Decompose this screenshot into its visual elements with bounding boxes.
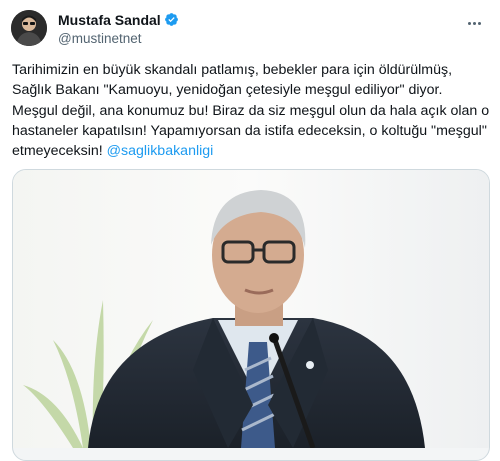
tweet-text-line: Tarihimizin en büyük skandalı patlamış, … xyxy=(12,62,453,78)
tweet-text: Tarihimizin en büyük skandalı patlamış, … xyxy=(12,60,492,161)
tweet-card: Mustafa Sandal @mustinetnet Tarihimizin … xyxy=(0,0,500,461)
tweet-text-line: Meşgul değil, ana konumuz bu! Biraz da s… xyxy=(12,102,490,119)
author-handle[interactable]: @mustinetnet xyxy=(58,31,179,46)
tweet-text-line: etmeyeceksin! xyxy=(12,143,107,160)
tweet-text-line: Sağlık Bakanı "Kamuoyu, yenidoğan çetesi… xyxy=(12,82,443,99)
author-display-name[interactable]: Mustafa Sandal xyxy=(58,12,161,28)
photo-illustration xyxy=(13,170,489,448)
verified-badge-icon xyxy=(164,12,179,27)
author-names: Mustafa Sandal @mustinetnet xyxy=(58,11,179,46)
mention-link[interactable]: @saglikbakanligi xyxy=(107,143,214,159)
tweet-text-line: hastaneler kapatılsın! Yapamıyorsan da i… xyxy=(12,122,487,139)
tweet-header: Mustafa Sandal @mustinetnet xyxy=(10,9,490,47)
more-options-icon[interactable] xyxy=(464,16,484,30)
avatar[interactable] xyxy=(11,10,47,46)
tweet-media-photo[interactable] xyxy=(12,169,490,461)
